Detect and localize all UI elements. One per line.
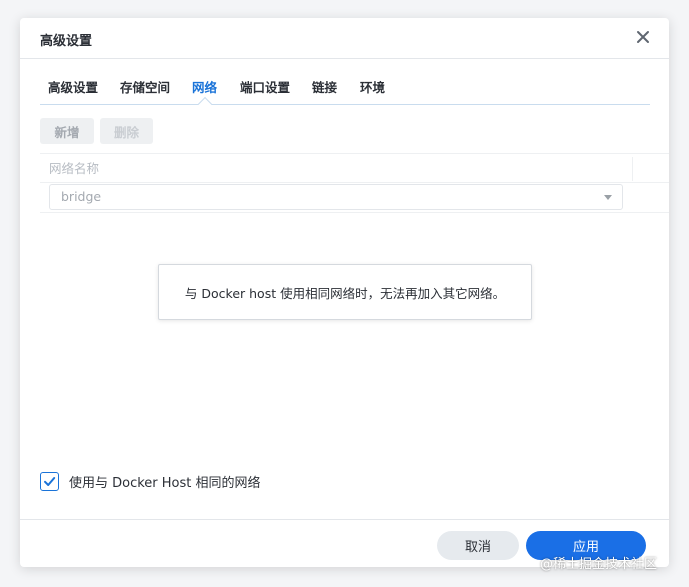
network-table-header: 网络名称 bbox=[40, 153, 669, 183]
add-button[interactable]: 新增 bbox=[40, 118, 94, 144]
cancel-button[interactable]: 取消 bbox=[437, 531, 519, 560]
host-network-option[interactable]: 使用与 Docker Host 相同的网络 bbox=[40, 471, 261, 491]
chevron-down-icon bbox=[604, 195, 612, 200]
dialog-titlebar: 高级设置 bbox=[20, 18, 669, 59]
tab-bar: 高级设置 存储空间 网络 端口设置 链接 环境 bbox=[40, 74, 650, 105]
tab-environment[interactable]: 环境 bbox=[360, 77, 385, 96]
watermark: @稀土掘金技术社区 bbox=[540, 557, 658, 572]
tab-links[interactable]: 链接 bbox=[312, 77, 337, 96]
network-select-value: bridge bbox=[61, 189, 102, 204]
host-network-checkbox[interactable] bbox=[40, 471, 59, 491]
column-header-network-name[interactable]: 网络名称 bbox=[40, 157, 633, 181]
tab-storage[interactable]: 存储空间 bbox=[120, 77, 170, 96]
delete-button[interactable]: 删除 bbox=[100, 118, 153, 144]
tab-network[interactable]: 网络 bbox=[192, 77, 217, 96]
network-select[interactable]: bridge bbox=[49, 184, 623, 210]
dialog-title: 高级设置 bbox=[40, 34, 93, 49]
advanced-settings-dialog: 高级设置 高级设置 存储空间 网络 端口设置 链接 环境 新增 删除 网络名称 … bbox=[20, 18, 669, 567]
close-icon[interactable] bbox=[635, 29, 651, 45]
host-network-label: 使用与 Docker Host 相同的网络 bbox=[69, 475, 261, 491]
checkmark-icon bbox=[44, 476, 56, 486]
host-network-tooltip: 与 Docker host 使用相同网络时，无法再加入其它网络。 bbox=[158, 264, 532, 320]
table-row: bridge bbox=[40, 183, 669, 213]
tab-advanced-settings[interactable]: 高级设置 bbox=[48, 77, 98, 96]
tab-port-settings[interactable]: 端口设置 bbox=[240, 77, 290, 96]
